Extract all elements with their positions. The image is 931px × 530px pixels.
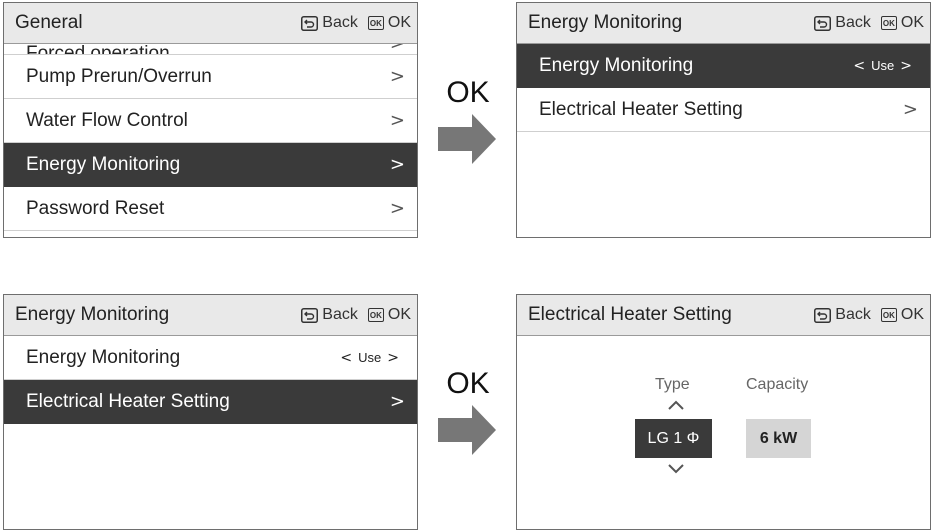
screen-general: General Back OK OK Forced operation > Pu… bbox=[3, 2, 418, 238]
ok-label: OK bbox=[900, 14, 924, 31]
type-label: Type bbox=[655, 376, 690, 393]
menu-item-label: Forced operation bbox=[26, 44, 170, 55]
capacity-label: Capacity bbox=[746, 376, 809, 393]
menu-item-label: Electrical Heater Setting bbox=[26, 390, 230, 412]
page-title: General bbox=[15, 12, 83, 33]
right-arrow-icon bbox=[438, 405, 496, 455]
capacity-value[interactable]: 6 kW bbox=[746, 419, 811, 458]
type-selector[interactable]: LG 1 Φ bbox=[635, 419, 712, 458]
menu-item-label: Energy Monitoring bbox=[26, 346, 181, 368]
menu-item-water-flow[interactable]: Water Flow Control > bbox=[4, 99, 417, 143]
ok-button[interactable]: OK OK bbox=[367, 14, 411, 32]
ok-button[interactable]: OK OK bbox=[367, 306, 411, 324]
menu-item-energy-monitoring[interactable]: Energy Monitoring > bbox=[4, 143, 417, 187]
transition-label: OK bbox=[446, 76, 490, 109]
header-buttons: Back OK OK bbox=[291, 14, 411, 32]
chevron-right-icon[interactable]: > bbox=[900, 58, 912, 74]
chevron-right-icon: > bbox=[390, 44, 405, 54]
header: Electrical Heater Setting Back OK OK bbox=[517, 295, 930, 336]
back-label: Back bbox=[322, 14, 358, 31]
menu-item-label: Electrical Heater Setting bbox=[539, 98, 743, 120]
back-button[interactable]: Back bbox=[814, 306, 871, 324]
chevron-down-icon[interactable] bbox=[666, 462, 686, 476]
header: General Back OK OK bbox=[4, 3, 417, 44]
back-label: Back bbox=[835, 306, 871, 323]
chevron-right-icon: > bbox=[902, 99, 918, 120]
chevron-right-icon: > bbox=[389, 198, 405, 219]
chevron-right-icon: > bbox=[389, 154, 405, 175]
ok-label: OK bbox=[900, 306, 924, 323]
menu-item-energy-monitoring[interactable]: Energy Monitoring < Use > bbox=[4, 336, 417, 380]
page-title: Energy Monitoring bbox=[15, 304, 170, 325]
header-buttons: Back OK OK bbox=[291, 306, 411, 324]
back-label: Back bbox=[835, 14, 871, 31]
chevron-right-icon: > bbox=[389, 66, 405, 87]
selector-value: Use bbox=[358, 350, 382, 365]
value-selector[interactable]: < Use > bbox=[847, 58, 918, 74]
back-button[interactable]: Back bbox=[301, 306, 358, 324]
back-button[interactable]: Back bbox=[301, 14, 358, 32]
ok-label: OK bbox=[387, 306, 411, 323]
ok-label: OK bbox=[387, 14, 411, 31]
screen-energy-monitoring-heater-selected: Energy Monitoring Back OK OK Energy Moni… bbox=[3, 294, 418, 530]
header: Energy Monitoring Back OK OK bbox=[517, 3, 930, 44]
chevron-up-icon[interactable] bbox=[666, 398, 686, 412]
screen-electrical-heater-setting: Electrical Heater Setting Back OK OK Typ… bbox=[516, 294, 931, 530]
chevron-right-icon: > bbox=[389, 110, 405, 131]
menu-item-forced-operation[interactable]: Forced operation > bbox=[4, 44, 417, 55]
right-arrow-icon bbox=[438, 114, 496, 164]
back-label: Back bbox=[322, 306, 358, 323]
ok-icon: OK bbox=[367, 308, 384, 322]
menu-item-label: Water Flow Control bbox=[26, 109, 188, 131]
menu-item-label: Pump Prerun/Overrun bbox=[26, 65, 212, 87]
selector-value: Use bbox=[871, 58, 895, 73]
menu-item-label: Energy Monitoring bbox=[539, 54, 694, 76]
back-icon bbox=[301, 15, 319, 31]
heater-setting-panel: Type Capacity LG 1 Φ 6 kW bbox=[517, 336, 930, 529]
back-icon bbox=[301, 307, 319, 323]
screen-energy-monitoring: Energy Monitoring Back OK OK Energy Moni… bbox=[516, 2, 931, 238]
page-title: Energy Monitoring bbox=[528, 12, 683, 33]
transition-label: OK bbox=[446, 367, 490, 400]
menu-item-energy-monitoring[interactable]: Energy Monitoring < Use > bbox=[517, 44, 930, 88]
back-icon bbox=[814, 15, 832, 31]
ok-button[interactable]: OK OK bbox=[880, 14, 924, 32]
menu-item-electrical-heater[interactable]: Electrical Heater Setting > bbox=[517, 88, 930, 132]
ok-button[interactable]: OK OK bbox=[880, 306, 924, 324]
value-selector[interactable]: < Use > bbox=[334, 350, 405, 366]
ok-icon: OK bbox=[367, 16, 384, 30]
menu-item-label: Password Reset bbox=[26, 197, 165, 219]
chevron-left-icon[interactable]: < bbox=[853, 58, 865, 74]
menu-item-electrical-heater[interactable]: Electrical Heater Setting > bbox=[4, 380, 417, 424]
chevron-right-icon[interactable]: > bbox=[387, 350, 399, 366]
menu-item-pump-prerun[interactable]: Pump Prerun/Overrun > bbox=[4, 55, 417, 99]
transition-arrow-2: OK bbox=[438, 367, 498, 455]
transition-arrow-1: OK bbox=[438, 76, 498, 164]
chevron-right-icon: > bbox=[389, 391, 405, 412]
menu-item-label: Energy Monitoring bbox=[26, 153, 181, 175]
header-buttons: Back OK OK bbox=[804, 306, 924, 324]
header-buttons: Back OK OK bbox=[804, 14, 924, 32]
chevron-left-icon[interactable]: < bbox=[340, 350, 352, 366]
ok-icon: OK bbox=[880, 308, 897, 322]
header: Energy Monitoring Back OK OK bbox=[4, 295, 417, 336]
page-title: Electrical Heater Setting bbox=[528, 304, 732, 325]
menu-item-password-reset[interactable]: Password Reset > bbox=[4, 187, 417, 231]
back-icon bbox=[814, 307, 832, 323]
back-button[interactable]: Back bbox=[814, 14, 871, 32]
ok-icon: OK bbox=[880, 16, 897, 30]
